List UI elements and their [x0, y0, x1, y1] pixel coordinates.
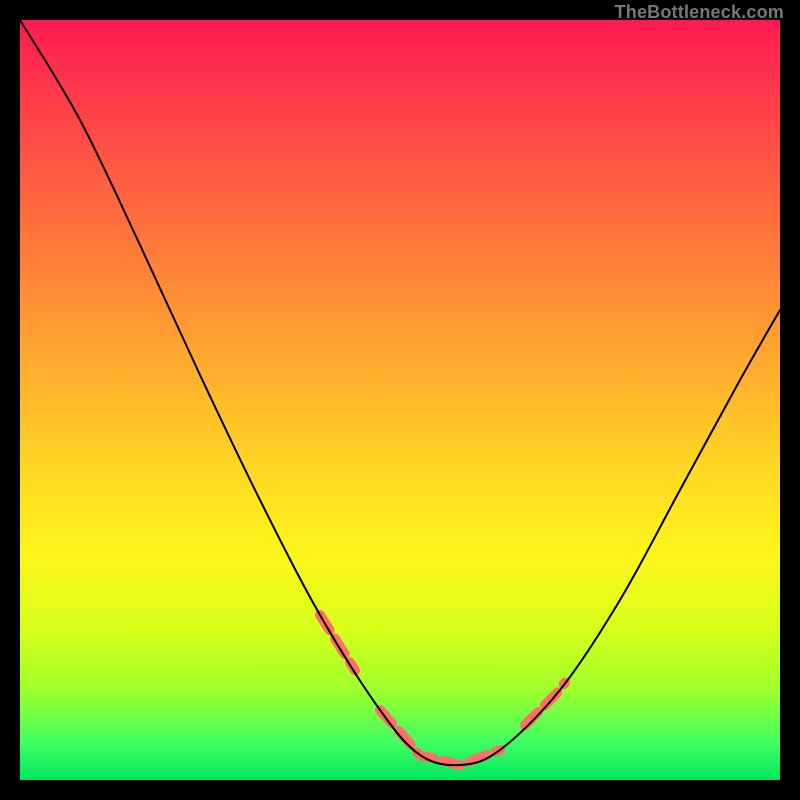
chart-frame: TheBottleneck.com — [20, 20, 780, 780]
gradient-background — [20, 20, 780, 780]
watermark-text: TheBottleneck.com — [615, 2, 784, 23]
